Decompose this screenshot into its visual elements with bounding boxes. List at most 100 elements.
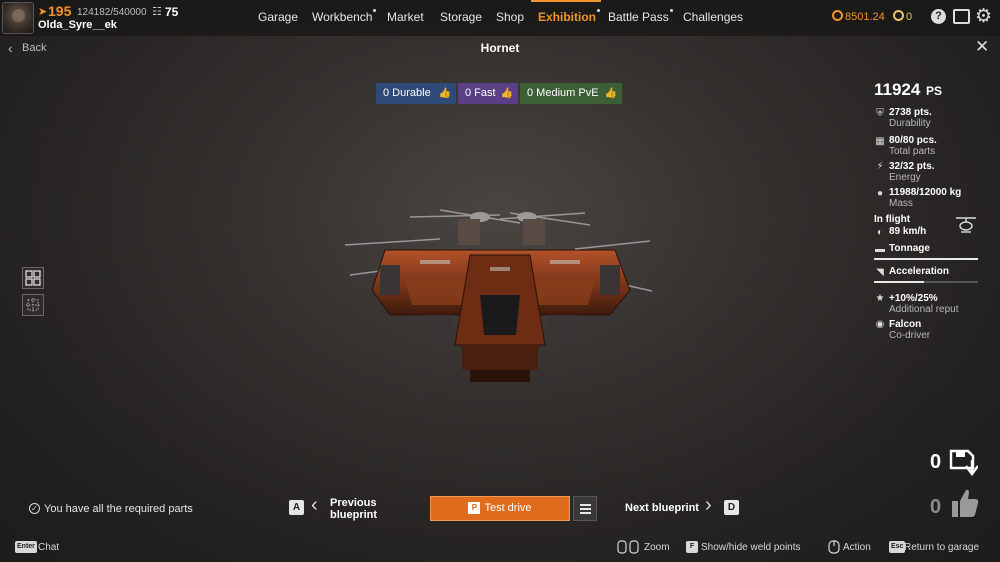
- messages-icon[interactable]: [953, 9, 970, 24]
- nav-challenges[interactable]: Challenges: [683, 10, 743, 24]
- reputation-value: +10%/25%: [889, 293, 938, 304]
- codriver-value: Falcon: [889, 319, 922, 330]
- nav-shop[interactable]: Shop: [496, 10, 524, 24]
- weight-icon: ●: [876, 188, 884, 199]
- level-icon: ➤: [38, 6, 48, 18]
- energy-value: 32/32 pts.: [889, 161, 935, 172]
- prev-key-hint: A: [289, 500, 304, 515]
- acceleration-label: Acceleration: [889, 266, 950, 277]
- parts-label: Total parts: [889, 146, 936, 157]
- thumbs-up-icon: 👍: [438, 88, 451, 99]
- player-name[interactable]: Olda_Syre__ek: [38, 19, 117, 31]
- tag-durable[interactable]: 0 Durable 👍: [376, 83, 456, 104]
- player-avatar[interactable]: [2, 2, 34, 34]
- mouse-scroll-icon: [617, 540, 639, 554]
- notification-dot: [597, 9, 600, 12]
- return-to-garage-button[interactable]: Return to garage: [904, 542, 979, 553]
- likes-count: 0: [930, 496, 942, 518]
- player-level: 195: [48, 3, 72, 19]
- mouse-click-icon: [828, 540, 840, 554]
- tonnage-bar-fill: [874, 258, 978, 260]
- active-tab-indicator: [531, 0, 601, 2]
- energy-icon: ⚡: [876, 161, 884, 172]
- reputation-icon: ★: [875, 293, 885, 304]
- codriver-icon: ◉: [875, 319, 885, 330]
- acceleration-bar: [874, 281, 978, 283]
- menu-icon[interactable]: [573, 496, 597, 521]
- gear-icon[interactable]: ⚙: [975, 5, 992, 28]
- badge-balance[interactable]: 0: [906, 11, 912, 23]
- badge-icon: [893, 10, 904, 21]
- blueprint-view-button[interactable]: [22, 294, 44, 316]
- parts-icon: ▦: [875, 136, 885, 147]
- test-drive-key-hint: P: [468, 502, 481, 514]
- prestige-icon: ☷: [152, 6, 162, 18]
- nav-battle-pass[interactable]: Battle Pass: [608, 9, 673, 24]
- return-key-hint: Esc: [889, 541, 906, 553]
- player-xp: 124182/540000: [77, 7, 147, 18]
- tonnage-label: Tonnage: [889, 243, 930, 254]
- weld-key-hint: F: [686, 541, 698, 553]
- coin-icon: [832, 10, 843, 21]
- toggle-weld-points-button[interactable]: Show/hide weld points: [701, 542, 801, 553]
- thumbs-up-icon: 👍: [604, 88, 617, 99]
- parts-view-button[interactable]: [22, 267, 44, 289]
- chat-key-hint: Enter: [15, 541, 37, 553]
- crosshair-grid-icon: [26, 298, 40, 312]
- chevron-right-icon[interactable]: ›: [705, 494, 712, 517]
- menu-line: [580, 504, 591, 506]
- energy-label: Energy: [889, 172, 921, 183]
- durability-value: 2738 pts.: [889, 107, 932, 118]
- reputation-label: Additional reput: [889, 304, 959, 315]
- nav-exhibition-label: Exhibition: [538, 10, 596, 24]
- chevron-left-icon[interactable]: ‹: [311, 494, 318, 517]
- power-score-unit: PS: [926, 84, 943, 98]
- help-icon[interactable]: ?: [931, 9, 946, 24]
- back-button[interactable]: Back: [22, 42, 46, 54]
- check-circle-icon: ✓: [29, 503, 40, 514]
- codriver-label: Co-driver: [889, 330, 931, 341]
- tag-durable-label: 0 Durable: [383, 87, 431, 99]
- tonnage-bar: [874, 258, 978, 260]
- prestige-level: 75: [165, 5, 179, 19]
- nav-exhibition[interactable]: Exhibition: [538, 9, 600, 24]
- tag-medium-pve[interactable]: 0 Medium PvE 👍: [520, 83, 622, 104]
- saves-count: 0: [930, 451, 942, 473]
- tag-fast-label: 0 Fast: [465, 87, 496, 99]
- thumbs-up-icon: 👍: [500, 88, 513, 99]
- nav-market[interactable]: Market: [387, 10, 424, 24]
- nav-battle-pass-label: Battle Pass: [608, 10, 669, 24]
- test-drive-label: Test drive: [484, 502, 532, 514]
- acceleration-bar-fill: [874, 281, 924, 283]
- thumbs-up-icon[interactable]: [950, 487, 980, 519]
- previous-blueprint-button[interactable]: Previous blueprint: [330, 497, 390, 521]
- vehicle-model-hornet[interactable]: [330, 195, 670, 395]
- nav-workbench[interactable]: Workbench: [312, 9, 377, 24]
- tonnage-icon: ▬: [875, 244, 885, 255]
- nav-workbench-label: Workbench: [312, 10, 373, 24]
- menu-line: [580, 508, 591, 510]
- speed-value: 89 km/h: [889, 226, 927, 237]
- requirements-status: You have all the required parts: [44, 503, 193, 515]
- close-icon[interactable]: ✕: [975, 37, 989, 57]
- tag-fast[interactable]: 0 Fast 👍: [458, 83, 518, 104]
- notification-dot: [669, 9, 673, 12]
- test-drive-button[interactable]: P Test drive: [430, 496, 570, 521]
- action-hint: Action: [843, 542, 871, 553]
- next-blueprint-button[interactable]: Next blueprint: [625, 502, 699, 514]
- coin-balance[interactable]: 8501.24: [845, 11, 885, 23]
- chat-button[interactable]: Chat: [38, 542, 59, 553]
- durability-label: Durability: [889, 118, 931, 129]
- power-score-value: 11924: [874, 80, 921, 99]
- save-blueprint-icon[interactable]: [948, 448, 978, 478]
- next-key-hint: D: [724, 500, 739, 515]
- in-flight-label: In flight: [874, 214, 911, 225]
- speedometer-icon: ◐: [876, 227, 884, 238]
- parts-value: 80/80 pcs.: [889, 135, 937, 146]
- nav-storage[interactable]: Storage: [440, 10, 482, 24]
- chevron-left-icon[interactable]: ‹: [8, 40, 13, 56]
- blueprint-title: Hornet: [480, 41, 520, 55]
- tag-medium-pve-label: 0 Medium PvE: [527, 87, 599, 99]
- nav-garage[interactable]: Garage: [258, 10, 298, 24]
- menu-line: [580, 512, 591, 514]
